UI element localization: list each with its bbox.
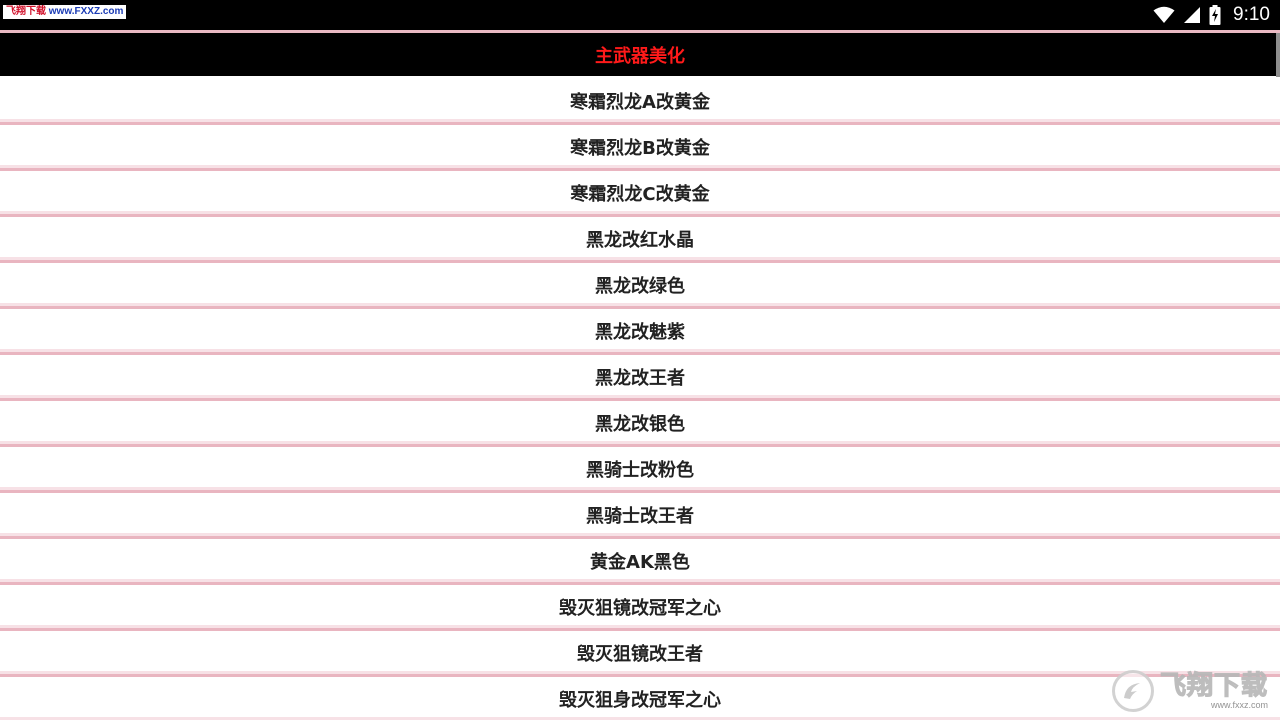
list-item[interactable]: 黑龙改银色 xyxy=(0,401,1280,447)
list-item[interactable]: 毁灭狙镜改冠军之心 xyxy=(0,585,1280,631)
wifi-icon xyxy=(1153,6,1175,24)
list-item[interactable]: 黑骑士改粉色 xyxy=(0,447,1280,493)
watermark-url: www.FXXZ.com xyxy=(48,6,124,17)
list-item[interactable]: 黑龙改红水晶 xyxy=(0,217,1280,263)
list-item[interactable]: 寒霜烈龙B改黄金 xyxy=(0,125,1280,171)
weapon-skin-list: 寒霜烈龙A改黄金 寒霜烈龙B改黄金 寒霜烈龙C改黄金 黑龙改红水晶 黑龙改绿色 … xyxy=(0,79,1280,720)
logo-url: www.fxxz.com xyxy=(1210,699,1268,710)
status-clock: 9:10 xyxy=(1233,4,1270,25)
logo-text-block: 飞翔下载 www.fxxz.com xyxy=(1159,670,1269,710)
cell-signal-icon xyxy=(1183,6,1201,24)
fxxz-logo-icon xyxy=(1112,670,1154,712)
logo-watermark: 飞翔下载 www.fxxz.com xyxy=(1112,666,1268,716)
app-screen: 飞翔下载 www.FXXZ.com 9:10 主武器美化 寒霜烈龙A改黄金 寒霜… xyxy=(0,0,1280,720)
list-item[interactable]: 毁灭狙身改冠军之心 xyxy=(0,677,1280,720)
logo-text: 飞翔下载 xyxy=(1159,670,1269,701)
list-item[interactable]: 黑龙改王者 xyxy=(0,355,1280,401)
page-title: 主武器美化 xyxy=(0,33,1280,76)
list-item[interactable]: 黑骑士改王者 xyxy=(0,493,1280,539)
status-icons: 9:10 xyxy=(1153,0,1270,30)
status-bar: 飞翔下载 www.FXXZ.com 9:10 xyxy=(0,0,1280,30)
list-item[interactable]: 寒霜烈龙A改黄金 xyxy=(0,79,1280,125)
watermark-brand: 飞翔下载 xyxy=(6,6,46,17)
list-item[interactable]: 毁灭狙镜改王者 xyxy=(0,631,1280,677)
top-watermark: 飞翔下载 www.FXXZ.com xyxy=(3,5,127,19)
list-item[interactable]: 黑龙改魅紫 xyxy=(0,309,1280,355)
battery-charging-icon xyxy=(1209,5,1221,25)
list-item[interactable]: 寒霜烈龙C改黄金 xyxy=(0,171,1280,217)
list-item[interactable]: 黑龙改绿色 xyxy=(0,263,1280,309)
list-item[interactable]: 黄金AK黑色 xyxy=(0,539,1280,585)
scrollbar[interactable] xyxy=(1276,33,1280,77)
